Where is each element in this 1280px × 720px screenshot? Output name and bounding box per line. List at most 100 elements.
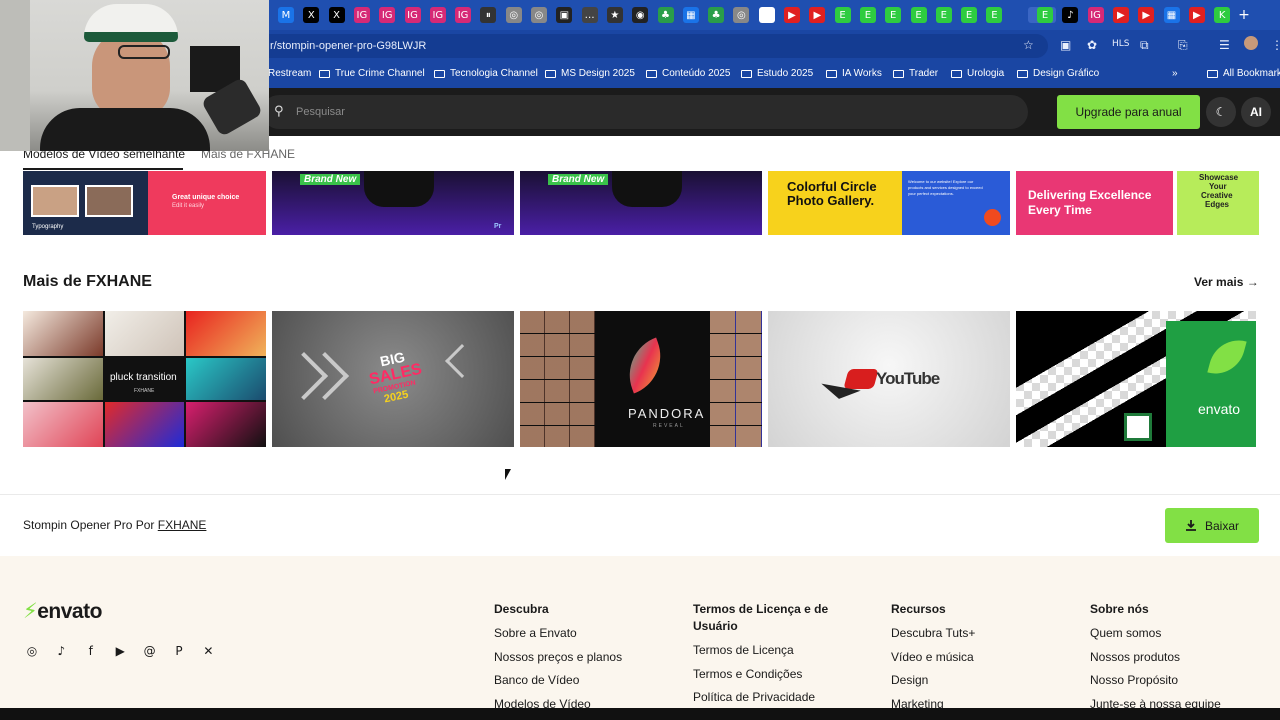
envato-logo[interactable]: ⚡envato xyxy=(23,599,102,624)
browser-tab[interactable]: IG xyxy=(379,7,396,23)
bookmarks-overflow-button[interactable]: » xyxy=(1172,68,1178,79)
threads-icon[interactable]: @ xyxy=(142,643,158,659)
browser-tab[interactable]: E xyxy=(1037,7,1053,23)
extension-icon[interactable]: ✿ xyxy=(1087,38,1097,52)
all-bookmarks-folder[interactable]: All Bookmarks xyxy=(1207,68,1280,79)
footer-link[interactable]: Vídeo e música xyxy=(891,650,974,664)
browser-tab[interactable]: E xyxy=(885,7,902,23)
bookmark-item[interactable]: Restream xyxy=(268,68,311,79)
browser-tab[interactable]: ◎ xyxy=(505,7,522,23)
ai-button[interactable]: AI xyxy=(1241,97,1271,127)
facebook-icon[interactable]: f xyxy=(83,643,99,659)
bookmark-item[interactable]: Tecnologia Channel xyxy=(434,68,538,79)
bookmark-item[interactable]: Estudo 2025 xyxy=(741,68,813,79)
bookmark-item[interactable]: Design Gráfico xyxy=(1017,68,1099,79)
browser-tab[interactable]: IG xyxy=(353,7,370,23)
browser-tab[interactable]: ◉ xyxy=(632,7,649,23)
browser-tab[interactable]: ♪ xyxy=(1062,7,1079,23)
browser-tab[interactable]: ▶ xyxy=(1188,7,1205,23)
extensions-puzzle-icon[interactable]: ⧉ xyxy=(1140,38,1149,53)
search-input[interactable]: ⚲ Pesquisar xyxy=(262,95,1028,129)
browser-tab[interactable]: E xyxy=(961,7,978,23)
browser-tab[interactable]: IG xyxy=(429,7,446,23)
browser-tab[interactable]: … xyxy=(581,7,598,23)
instagram-icon[interactable]: ◎ xyxy=(24,643,40,659)
similar-thumb-1[interactable]: Typography Great unique choice Edit it e… xyxy=(23,171,266,235)
see-more-link[interactable]: Ver mais → xyxy=(1194,275,1259,289)
cast-icon[interactable]: ⎘ xyxy=(1178,38,1188,53)
thumb-line-2: Every Time xyxy=(1028,203,1092,217)
bookmark-item[interactable]: MS Design 2025 xyxy=(545,68,635,79)
bookmark-item[interactable]: Conteúdo 2025 xyxy=(646,68,730,79)
bookmark-item[interactable]: True Crime Channel xyxy=(319,68,425,79)
footer-link[interactable]: Quem somos xyxy=(1090,626,1161,640)
profile-avatar-icon[interactable] xyxy=(1244,36,1258,50)
bookmark-item[interactable]: Urologia xyxy=(951,68,1004,79)
browser-tab[interactable]: E xyxy=(986,7,1003,23)
reading-list-icon[interactable]: ☰ xyxy=(1219,38,1230,52)
browser-tab[interactable]: E xyxy=(935,7,952,23)
bookmark-item[interactable]: IA Works xyxy=(826,68,882,79)
youtube-icon[interactable]: ▶ xyxy=(112,643,128,659)
more-thumb-3[interactable]: PANDORA REVEAL xyxy=(520,311,762,447)
address-bar-url[interactable]: r/stompin-opener-pro-G98LWJR xyxy=(270,40,426,52)
footer-link[interactable]: Termos e Condições xyxy=(693,667,802,681)
browser-tab[interactable]: K xyxy=(1214,7,1231,23)
browser-tab[interactable]: ▦ xyxy=(682,7,699,23)
browser-tab[interactable]: ★ xyxy=(606,7,623,23)
browser-tab[interactable]: ⏸ xyxy=(480,7,497,23)
more-thumb-4[interactable]: YouTube xyxy=(768,311,1010,447)
extension-icon[interactable]: ▣ xyxy=(1060,38,1071,52)
browser-tab[interactable]: IG xyxy=(1087,7,1104,23)
similar-thumb-2[interactable]: Brand New Pr xyxy=(272,171,514,235)
browser-tab[interactable]: ▣ xyxy=(556,7,573,23)
dark-mode-toggle[interactable]: ☾ xyxy=(1206,97,1236,127)
browser-tab[interactable]: ◎ xyxy=(733,7,750,23)
more-thumb-5[interactable]: envato xyxy=(1016,311,1256,447)
footer-link[interactable]: Nosso Propósito xyxy=(1090,673,1178,687)
browser-tab[interactable]: ▶ xyxy=(809,7,826,23)
upgrade-button[interactable]: Upgrade para anual xyxy=(1057,95,1200,129)
more-thumb-1[interactable]: pluck transition FXHANE xyxy=(23,311,266,447)
browser-tab[interactable]: IG xyxy=(455,7,472,23)
browser-tab[interactable]: IG xyxy=(404,7,421,23)
footer-link[interactable]: Banco de Vídeo xyxy=(494,673,579,687)
browser-tab[interactable]: ♣ xyxy=(657,7,674,23)
x-icon[interactable]: ✕ xyxy=(200,643,216,659)
browser-tab[interactable]: ♣ xyxy=(708,7,725,23)
browser-tab[interactable]: E xyxy=(834,7,851,23)
footer-link[interactable]: Termos de Licença xyxy=(693,643,794,657)
similar-thumb-5[interactable]: Delivering Excellence Every Time Showcas… xyxy=(1016,171,1259,235)
bookmark-item[interactable]: Trader xyxy=(893,68,938,79)
footer-link[interactable]: Descubra Tuts+ xyxy=(891,626,975,640)
browser-tab[interactable]: E xyxy=(859,7,876,23)
browser-tab[interactable]: ▦ xyxy=(1163,7,1180,23)
footer-link[interactable]: Política de Privacidade xyxy=(693,690,815,704)
footer-link[interactable]: Nossos preços e planos xyxy=(494,650,622,664)
author-link[interactable]: FXHANE xyxy=(158,518,207,532)
browser-tab[interactable]: E xyxy=(910,7,927,23)
browser-tab[interactable]: ▶ xyxy=(784,7,800,23)
hls-extension-icon[interactable]: HLS xyxy=(1112,39,1130,49)
browser-tab[interactable]: A xyxy=(758,7,775,23)
footer-link[interactable]: Nossos produtos xyxy=(1090,650,1180,664)
footer-link[interactable]: Sobre a Envato xyxy=(494,626,577,640)
browser-tab[interactable]: ◎ xyxy=(531,7,547,23)
browser-tab[interactable]: X xyxy=(303,7,320,23)
similar-thumb-3[interactable]: Brand New xyxy=(520,171,762,235)
footer-link[interactable]: Design xyxy=(891,673,928,687)
download-button[interactable]: Baixar xyxy=(1165,508,1259,543)
new-tab-button[interactable]: + xyxy=(1236,7,1252,23)
browser-tab[interactable]: M xyxy=(278,7,294,23)
bookmark-star-icon[interactable]: ☆ xyxy=(1023,38,1034,52)
pinterest-icon[interactable]: P xyxy=(171,643,187,659)
browser-tab[interactable]: ▶ xyxy=(1112,7,1129,23)
kebab-menu-icon[interactable]: ⋮ xyxy=(1271,38,1280,52)
similar-thumb-4[interactable]: Colorful Circle Photo Gallery. Welcome t… xyxy=(768,171,1010,235)
more-thumb-2[interactable]: BIG SALES PROMOTION 2025 xyxy=(272,311,514,447)
brand-new-badge: Brand New xyxy=(300,174,361,185)
tiktok-icon[interactable]: ♪ xyxy=(53,643,69,659)
folder-icon xyxy=(646,69,657,78)
browser-tab[interactable]: ▶ xyxy=(1138,7,1155,23)
browser-tab[interactable]: X xyxy=(328,7,345,23)
